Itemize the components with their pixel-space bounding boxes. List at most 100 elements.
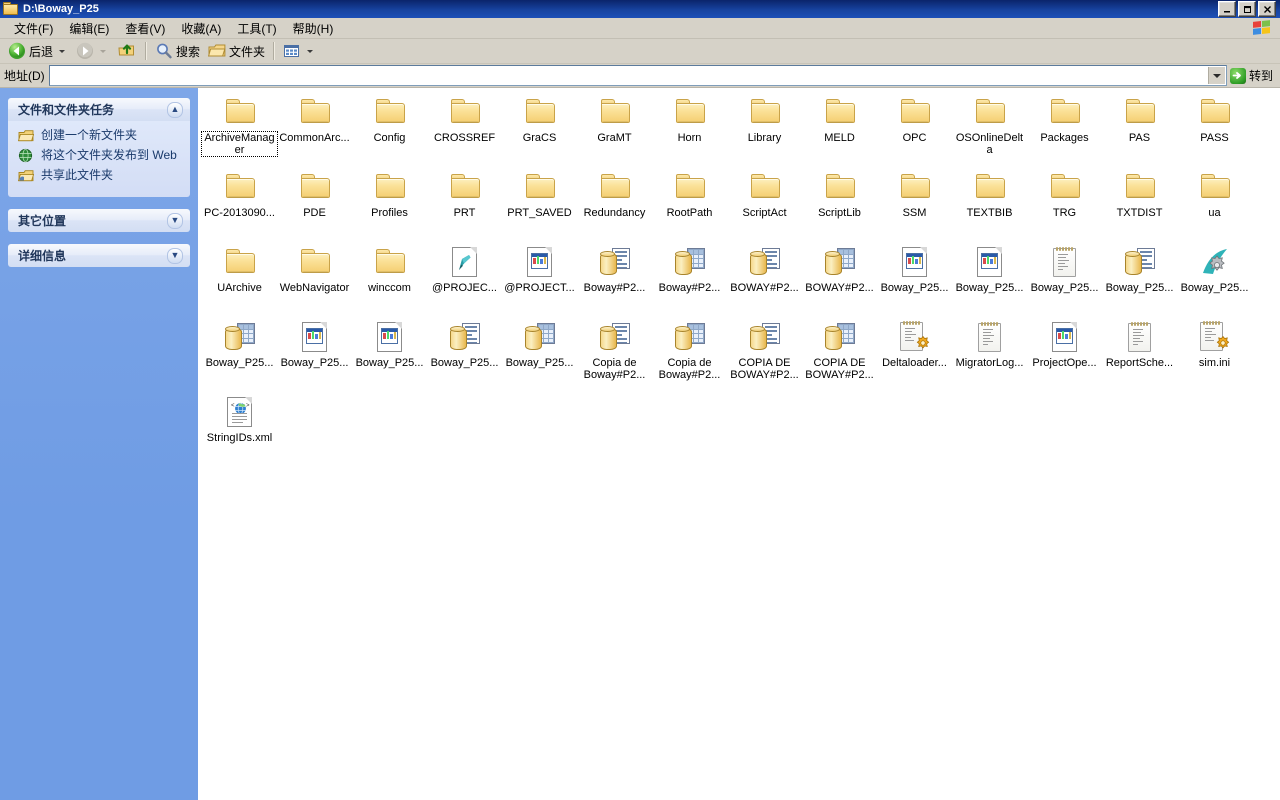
file-item[interactable]: PDE xyxy=(277,167,352,242)
address-field[interactable] xyxy=(48,65,1227,86)
file-icon-box xyxy=(974,321,1006,353)
file-item[interactable]: Boway_P25... xyxy=(1102,242,1177,317)
chevron-down-icon[interactable]: ▼ xyxy=(167,212,183,229)
back-button[interactable]: 后退 xyxy=(4,40,72,62)
file-item[interactable]: @PROJEC... xyxy=(427,242,502,317)
file-item[interactable]: Boway_P25... xyxy=(1027,242,1102,317)
file-item[interactable]: Boway_P25... xyxy=(877,242,952,317)
menu-file[interactable]: 文件(F) xyxy=(6,18,61,39)
file-icon-box xyxy=(524,96,556,128)
task-share-folder[interactable]: 共享此文件夹 xyxy=(17,168,182,184)
file-item[interactable]: Profiles xyxy=(352,167,427,242)
pen-document-icon xyxy=(452,247,477,277)
file-item[interactable]: Horn xyxy=(652,92,727,167)
folders-button[interactable]: 文件夹 xyxy=(204,40,269,62)
file-item[interactable]: PC-2013090... xyxy=(202,167,277,242)
folder-icon xyxy=(1049,98,1081,126)
file-item[interactable]: Copia de Boway#P2... xyxy=(652,317,727,392)
file-item[interactable]: ProjectOpe... xyxy=(1027,317,1102,392)
file-item[interactable]: ArchiveManager xyxy=(201,92,278,167)
file-item[interactable]: Packages xyxy=(1027,92,1102,167)
file-item[interactable]: GraCS xyxy=(502,92,577,167)
file-item[interactable]: OSOnlineDelta xyxy=(952,92,1027,167)
file-item[interactable]: WebNavigator xyxy=(277,242,352,317)
file-item[interactable]: MigratorLog... xyxy=(952,317,1027,392)
task-label: 创建一个新文件夹 xyxy=(41,128,138,142)
file-item[interactable]: Config xyxy=(352,92,427,167)
file-item[interactable]: Boway_P25... xyxy=(1177,242,1252,317)
file-item[interactable]: < > StringIDs.xml xyxy=(202,392,277,467)
file-item[interactable]: winccom xyxy=(352,242,427,317)
file-item[interactable]: Redundancy xyxy=(577,167,652,242)
file-item[interactable]: Library xyxy=(727,92,802,167)
file-item[interactable]: TRG xyxy=(1027,167,1102,242)
task-publish-to-web[interactable]: 将这个文件夹发布到 Web xyxy=(18,148,182,164)
file-icon-box xyxy=(899,321,931,353)
search-label: 搜索 xyxy=(176,44,201,59)
file-item[interactable]: Boway#P2... xyxy=(577,242,652,317)
panel-file-folder-tasks-header[interactable]: 文件和文件夹任务 ▲ xyxy=(8,98,190,121)
menu-favorites[interactable]: 收藏(A) xyxy=(173,18,229,39)
file-item[interactable]: PRT xyxy=(427,167,502,242)
chevron-down-icon[interactable]: ▼ xyxy=(167,247,183,264)
file-item[interactable]: Boway_P25... xyxy=(352,317,427,392)
file-item[interactable]: COPIA DE BOWAY#P2... xyxy=(802,317,877,392)
file-item[interactable]: BOWAY#P2... xyxy=(802,242,877,317)
file-item[interactable]: PRT_SAVED xyxy=(502,167,577,242)
file-icon-box xyxy=(974,96,1006,128)
menu-help[interactable]: 帮助(H) xyxy=(285,18,342,39)
search-button[interactable]: 搜索 xyxy=(151,40,204,62)
file-item[interactable]: Boway_P25... xyxy=(952,242,1027,317)
file-item[interactable]: TEXTBIB xyxy=(952,167,1027,242)
go-button[interactable]: 转到 xyxy=(1227,65,1278,86)
menu-view[interactable]: 查看(V) xyxy=(117,18,173,39)
file-item[interactable]: Boway_P25... xyxy=(202,317,277,392)
file-item[interactable]: Boway#P2... xyxy=(652,242,727,317)
folder-icon xyxy=(1049,173,1081,201)
file-list-pane[interactable]: ArchiveManager CommonArc... Config CROSSREF… xyxy=(198,88,1280,800)
menu-edit[interactable]: 编辑(E) xyxy=(61,18,117,39)
file-item[interactable]: @PROJECT... xyxy=(502,242,577,317)
address-input[interactable] xyxy=(49,68,1208,83)
file-item[interactable]: ua xyxy=(1177,167,1252,242)
file-item[interactable]: CommonArc... xyxy=(277,92,352,167)
file-item-label: MigratorLog... xyxy=(955,357,1024,369)
file-item[interactable]: RootPath xyxy=(652,167,727,242)
file-item[interactable]: Copia de Boway#P2... xyxy=(577,317,652,392)
file-item[interactable]: ScriptAct xyxy=(727,167,802,242)
views-chevron-down-icon[interactable] xyxy=(307,49,314,53)
panel-details-header[interactable]: 详细信息 ▼ xyxy=(8,244,190,267)
up-button[interactable] xyxy=(113,40,141,62)
file-icon-box xyxy=(374,246,406,278)
file-item[interactable]: SSM xyxy=(877,167,952,242)
file-item[interactable]: ScriptLib xyxy=(802,167,877,242)
file-item[interactable]: BOWAY#P2... xyxy=(727,242,802,317)
task-create-new-folder[interactable]: 创建一个新文件夹 xyxy=(17,128,182,144)
file-item[interactable]: CROSSREF xyxy=(427,92,502,167)
file-item[interactable]: Boway_P25... xyxy=(502,317,577,392)
address-dropdown-button[interactable] xyxy=(1207,67,1225,84)
forward-button[interactable] xyxy=(72,40,113,62)
file-item[interactable]: ReportSche... xyxy=(1102,317,1177,392)
views-button[interactable] xyxy=(279,40,320,62)
file-item[interactable]: GraMT xyxy=(577,92,652,167)
file-item[interactable]: PAS xyxy=(1102,92,1177,167)
file-item[interactable]: OPC xyxy=(877,92,952,167)
file-item[interactable]: TXTDIST xyxy=(1102,167,1177,242)
file-item[interactable]: COPIA DE BOWAY#P2... xyxy=(727,317,802,392)
menu-tools[interactable]: 工具(T) xyxy=(229,18,284,39)
file-item[interactable]: PASS xyxy=(1177,92,1252,167)
maximize-button[interactable] xyxy=(1238,1,1256,17)
file-item[interactable]: UArchive xyxy=(202,242,277,317)
forward-chevron-down-icon[interactable] xyxy=(100,49,107,53)
chevron-up-icon[interactable]: ▲ xyxy=(167,101,183,118)
file-item[interactable]: MELD xyxy=(802,92,877,167)
file-item[interactable]: Boway_P25... xyxy=(277,317,352,392)
panel-other-places-header[interactable]: 其它位置 ▼ xyxy=(8,209,190,232)
file-item[interactable]: Deltaloader... xyxy=(877,317,952,392)
file-item[interactable]: sim.ini xyxy=(1177,317,1252,392)
file-item[interactable]: Boway_P25... xyxy=(427,317,502,392)
close-button[interactable] xyxy=(1258,1,1276,17)
minimize-button[interactable] xyxy=(1218,1,1236,17)
back-chevron-down-icon[interactable] xyxy=(59,49,66,53)
